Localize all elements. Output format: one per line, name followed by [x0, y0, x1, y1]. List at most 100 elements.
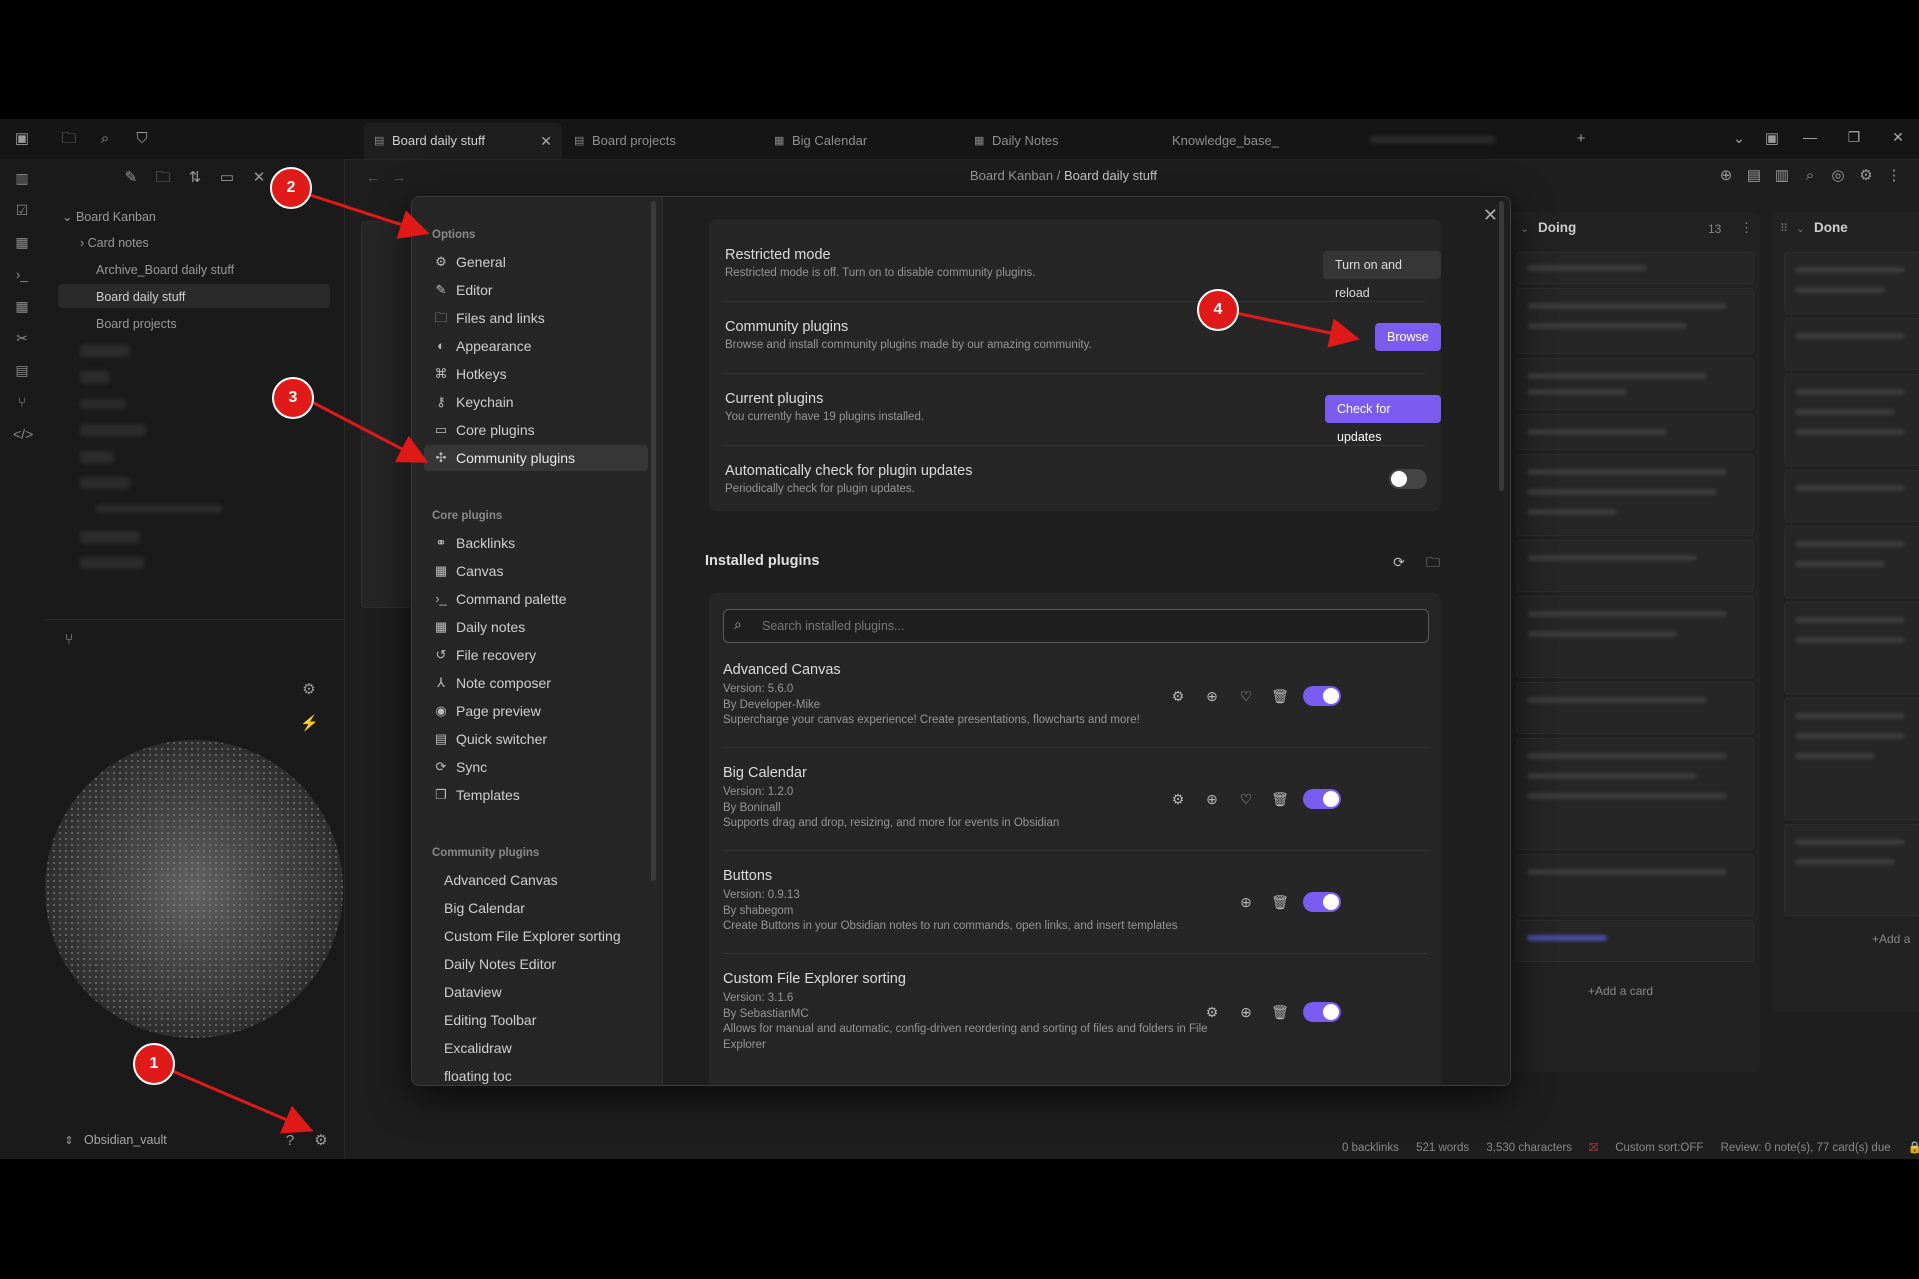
- kanban-card[interactable]: [1516, 358, 1754, 410]
- search-input[interactable]: [760, 610, 1404, 642]
- nav-keychain[interactable]: ⚷ Keychain: [424, 389, 648, 415]
- minimize-icon[interactable]: —: [1800, 129, 1820, 145]
- heart-icon[interactable]: ♡: [1237, 687, 1255, 705]
- search-icon[interactable]: ⌕: [96, 130, 114, 148]
- bookmark-icon[interactable]: ⛉: [133, 130, 151, 148]
- lock-icon[interactable]: 🔒: [1908, 1142, 1919, 1154]
- kanban-card[interactable]: [1516, 288, 1754, 354]
- nav-dataview[interactable]: Dataview: [424, 979, 648, 1005]
- kanban-card[interactable]: [1516, 414, 1754, 450]
- more-options-icon[interactable]: ⋮: [1885, 167, 1903, 185]
- graph-view-icon[interactable]: ⑂: [60, 631, 78, 649]
- kanban-card[interactable]: [1784, 824, 1919, 916]
- tab-daily-notes[interactable]: ▦ Daily Notes: [964, 123, 1162, 159]
- column-menu-icon[interactable]: ⋮: [1740, 220, 1753, 236]
- graph-icon[interactable]: ⑂: [13, 393, 31, 411]
- search-installed-plugins[interactable]: ⌕: [723, 609, 1429, 643]
- nav-general[interactable]: ⚙ General: [424, 249, 648, 275]
- graph-view[interactable]: [45, 740, 343, 1038]
- gear-icon[interactable]: ⚙: [1169, 790, 1187, 808]
- kanban-card[interactable]: [1784, 374, 1919, 466]
- vault-name[interactable]: Obsidian_vault: [84, 1133, 167, 1147]
- kanban-card[interactable]: [1784, 698, 1919, 820]
- tree-item-archive[interactable]: Archive_Board daily stuff: [96, 263, 234, 277]
- graph-settings-icon[interactable]: ⚙: [300, 681, 318, 699]
- back-arrow-icon[interactable]: ←: [364, 169, 382, 187]
- kanban-card[interactable]: [1516, 682, 1754, 734]
- nav-community-plugins[interactable]: ✣ Community plugins: [424, 445, 648, 471]
- settings-icon[interactable]: ⚙: [1857, 167, 1875, 185]
- tree-item-board-projects[interactable]: Board projects: [96, 317, 177, 331]
- sort-icon[interactable]: ⛝: [1589, 1142, 1598, 1154]
- auto-check-toggle[interactable]: [1389, 469, 1427, 489]
- nav-page-preview[interactable]: ◉ Page preview: [424, 698, 648, 724]
- chevron-down-icon[interactable]: ⌄: [1796, 222, 1805, 235]
- add-icon[interactable]: ⊕: [1717, 167, 1735, 185]
- nav-backlinks[interactable]: ⚭ Backlinks: [424, 530, 648, 556]
- add-circle-icon[interactable]: ⊕: [1237, 1003, 1255, 1021]
- content-scrollbar[interactable]: [1499, 201, 1504, 491]
- nav-daily-notes[interactable]: ▦ Daily notes: [424, 614, 648, 640]
- trash-icon[interactable]: 🗑: [1271, 893, 1289, 911]
- folder-icon[interactable]: 🗀: [1424, 553, 1442, 571]
- tab-big-calendar[interactable]: ▦ Big Calendar: [764, 123, 962, 159]
- kanban-card[interactable]: [1784, 252, 1919, 314]
- kanban-card[interactable]: [1784, 602, 1919, 694]
- collapse-icon[interactable]: ▭: [218, 169, 236, 187]
- book-icon[interactable]: ▤: [13, 361, 31, 379]
- nav-sync[interactable]: ⟳ Sync: [424, 754, 648, 780]
- chevron-down-icon[interactable]: ⌄: [1520, 222, 1529, 235]
- trash-icon[interactable]: 🗑: [1271, 790, 1289, 808]
- sidebar-toggle-icon[interactable]: ▣: [13, 130, 31, 148]
- kanban-card[interactable]: [1516, 596, 1754, 678]
- add-card-button[interactable]: +Add a: [1872, 932, 1910, 946]
- code-icon[interactable]: </>: [13, 425, 33, 443]
- kanban-icon[interactable]: ▥: [13, 169, 31, 187]
- kanban-card[interactable]: [1516, 252, 1754, 284]
- close-icon[interactable]: ✕: [250, 169, 268, 187]
- file-icon[interactable]: ▥: [1773, 167, 1791, 185]
- chevron-down-icon[interactable]: ⌄: [1730, 130, 1748, 148]
- heart-icon[interactable]: ♡: [1237, 790, 1255, 808]
- close-tab-icon[interactable]: ✕: [540, 123, 552, 159]
- plugin-toggle[interactable]: [1303, 789, 1341, 809]
- search-icon[interactable]: ⌕: [1801, 167, 1819, 185]
- nav-custom-file-explorer-sorting[interactable]: Custom File Explorer sorting: [424, 923, 648, 949]
- trash-icon[interactable]: 🗑: [1271, 1003, 1289, 1021]
- vault-switch-icon[interactable]: ⇕: [60, 1132, 78, 1150]
- new-folder-icon[interactable]: 🗀: [154, 169, 172, 187]
- nav-floating-toc[interactable]: floating toc: [424, 1063, 648, 1085]
- add-card-button[interactable]: +Add a card: [1588, 984, 1653, 998]
- tools-icon[interactable]: ✂: [13, 329, 31, 347]
- kanban-card[interactable]: [1784, 526, 1919, 598]
- nav-core-plugins[interactable]: ▭ Core plugins: [424, 417, 648, 443]
- nav-appearance[interactable]: ◐ Appearance: [424, 333, 648, 359]
- settings-gear-icon[interactable]: ⚙: [312, 1132, 330, 1150]
- tab-knowledge-base[interactable]: Knowledge_base_: [1144, 123, 1342, 159]
- archive-icon[interactable]: ▤: [1745, 167, 1763, 185]
- add-circle-icon[interactable]: ⊕: [1203, 687, 1221, 705]
- kanban-card[interactable]: [1784, 318, 1919, 370]
- plugin-toggle[interactable]: [1303, 1002, 1341, 1022]
- turn-on-and-reload-button[interactable]: Turn on and reload: [1323, 251, 1441, 300]
- plugin-toggle[interactable]: [1303, 892, 1341, 912]
- nav-hotkeys[interactable]: ⌘ Hotkeys: [424, 361, 648, 387]
- drag-handle-icon[interactable]: ⠿: [1780, 222, 1788, 235]
- kanban-card[interactable]: [1516, 454, 1754, 536]
- nav-quick-switcher[interactable]: ▤ Quick switcher: [424, 726, 648, 752]
- view-icon[interactable]: ◎: [1829, 167, 1847, 185]
- new-note-icon[interactable]: ✎: [122, 169, 140, 187]
- tree-root[interactable]: ⌄ Board Kanban: [62, 209, 156, 224]
- nav-advanced-canvas[interactable]: Advanced Canvas: [424, 867, 648, 893]
- sort-icon[interactable]: ⇅: [186, 169, 204, 187]
- trash-icon[interactable]: 🗑: [1271, 687, 1289, 705]
- kanban-card[interactable]: [1516, 738, 1754, 850]
- browse-button[interactable]: Browse: [1375, 323, 1441, 351]
- forward-arrow-icon[interactable]: →: [390, 169, 408, 187]
- add-circle-icon[interactable]: ⊕: [1203, 790, 1221, 808]
- kanban-card[interactable]: [1516, 920, 1754, 962]
- calendar-icon[interactable]: ▦: [13, 297, 31, 315]
- nav-note-composer[interactable]: ⅄ Note composer: [424, 670, 648, 696]
- kanban-card[interactable]: [1516, 540, 1754, 592]
- help-icon[interactable]: ?: [281, 1132, 299, 1150]
